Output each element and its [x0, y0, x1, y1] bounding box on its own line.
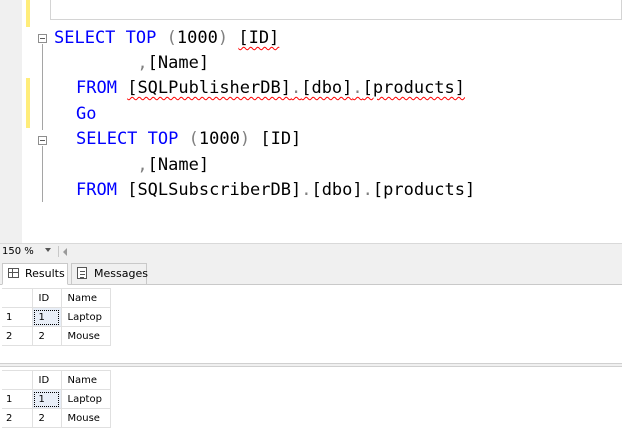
code-token: .: [362, 180, 373, 200]
code-token: FROM: [76, 180, 117, 200]
table-row[interactable]: 1 1 Laptop: [2, 307, 111, 327]
editor-gutter: [0, 0, 22, 243]
cell-id[interactable]: 1: [31, 389, 62, 409]
scroll-left-icon[interactable]: [63, 248, 67, 256]
code-token: [SQLPublisherDB]: [127, 78, 291, 98]
collapse-icon[interactable]: [38, 136, 47, 145]
code-token: .: [290, 78, 302, 98]
code-line[interactable]: FROM [SQLSubscriberDB].[dbo].[products]: [76, 178, 475, 203]
column-header-id[interactable]: ID: [31, 288, 62, 308]
results-grid[interactable]: ID Name 1 1 Laptop 2 2 Mouse: [0, 285, 622, 363]
zoom-dropdown[interactable]: 150 %: [0, 244, 58, 259]
code-token: ): [239, 129, 251, 149]
outline-line: [42, 146, 43, 202]
query-editor[interactable]: SELECT TOP (1000) [ID] ,[Name] FROM [SQL…: [0, 0, 622, 243]
code-token: (: [166, 28, 177, 48]
code-token: 1000: [198, 129, 240, 149]
tab-results[interactable]: Results: [2, 263, 68, 285]
corner-cell[interactable]: [2, 288, 33, 308]
code-token: ,: [137, 155, 148, 175]
outline-line: [42, 44, 43, 130]
code-token: [Name]: [147, 53, 210, 73]
change-marker: [26, 78, 30, 128]
column-header-name[interactable]: Name: [60, 288, 111, 308]
code-token: TOP: [147, 129, 179, 149]
code-token: TOP: [125, 28, 157, 48]
code-token: .: [352, 78, 363, 98]
column-header-name[interactable]: Name: [60, 370, 111, 390]
messages-icon: [77, 267, 87, 279]
code-token: [ID]: [260, 129, 302, 149]
code-token: [dbo]: [301, 78, 353, 98]
tab-messages[interactable]: Messages: [71, 263, 148, 285]
code-line[interactable]: FROM [SQLPublisherDB].[dbo].[products]: [76, 76, 465, 101]
chevron-down-icon: [45, 248, 51, 252]
row-number[interactable]: 1: [2, 307, 33, 327]
code-token: (: [188, 129, 199, 149]
tab-results-label: Results: [25, 267, 65, 280]
corner-cell[interactable]: [2, 370, 33, 390]
cell-name[interactable]: Mouse: [60, 408, 111, 428]
cell-name[interactable]: Mouse: [60, 326, 111, 346]
table-row[interactable]: 2 2 Mouse: [2, 408, 111, 428]
code-token: [ID]: [238, 28, 280, 48]
tab-messages-label: Messages: [94, 267, 148, 280]
code-token: FROM: [76, 78, 117, 98]
table-header-row: ID Name: [2, 370, 111, 390]
code-token: 1000: [176, 28, 218, 48]
cell-id[interactable]: 2: [31, 408, 62, 428]
code-token: ,: [137, 53, 148, 73]
cell-id[interactable]: 2: [31, 326, 62, 346]
code-token: [products]: [372, 180, 476, 200]
results-table: ID Name 1 1 Laptop 2 2 Mouse: [2, 288, 111, 346]
code-token: [SQLSubscriberDB]: [127, 180, 302, 200]
code-token: ): [217, 28, 229, 48]
zoom-bar: 150 %: [0, 243, 622, 259]
code-line[interactable]: SELECT TOP (1000) [ID]: [54, 26, 279, 51]
code-token: [dbo]: [311, 180, 363, 200]
code-token: SELECT: [54, 28, 116, 48]
code-line[interactable]: Go: [76, 102, 96, 127]
row-number[interactable]: 2: [2, 408, 33, 428]
code-line[interactable]: SELECT TOP (1000) [ID]: [76, 127, 301, 152]
code-token: Go: [76, 104, 97, 124]
code-token: [products]: [362, 78, 466, 98]
code-line[interactable]: ,[Name]: [76, 153, 209, 178]
grid-icon: [8, 268, 19, 278]
cell-name[interactable]: Laptop: [60, 389, 111, 409]
code-token: [Name]: [147, 155, 210, 175]
table-row[interactable]: 2 2 Mouse: [2, 326, 111, 346]
current-line-highlight: [50, 0, 622, 20]
cell-name[interactable]: Laptop: [60, 307, 111, 327]
cell-id[interactable]: 1: [31, 307, 62, 327]
table-row[interactable]: 1 1 Laptop: [2, 389, 111, 409]
results-tabbar: Results Messages: [0, 259, 622, 285]
code-token: .: [301, 180, 312, 200]
results-grid[interactable]: ID Name 1 1 Laptop 2 2 Mouse: [0, 367, 622, 440]
zoom-level: 150 %: [2, 246, 34, 257]
results-table: ID Name 1 1 Laptop 2 2 Mouse: [2, 370, 111, 428]
code-token: SELECT: [76, 129, 138, 149]
table-header-row: ID Name: [2, 288, 111, 308]
code-line[interactable]: ,[Name]: [76, 51, 209, 76]
divider: [58, 246, 59, 257]
row-number[interactable]: 1: [2, 389, 33, 409]
column-header-id[interactable]: ID: [31, 370, 62, 390]
row-number[interactable]: 2: [2, 326, 33, 346]
change-marker: [26, 0, 30, 27]
collapse-icon[interactable]: [38, 34, 47, 43]
